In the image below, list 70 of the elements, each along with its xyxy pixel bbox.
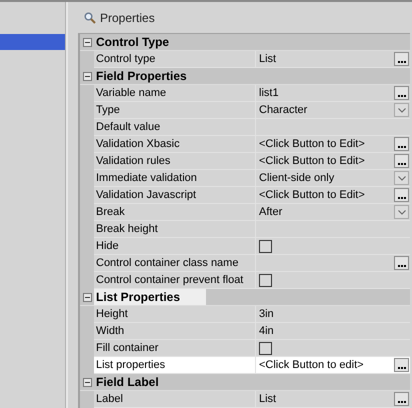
property-row[interactable]: Validation rules <Click Button to Edit> (94, 153, 410, 170)
property-value: List (259, 52, 276, 67)
collapse-toggle[interactable] (82, 292, 92, 302)
panel-title: Properties (100, 10, 155, 26)
category-header[interactable]: Field Label (94, 374, 159, 390)
checkbox[interactable] (259, 274, 272, 286)
property-name: Control container class name (96, 257, 238, 269)
property-row[interactable]: Variable name list1 (94, 85, 410, 102)
search-icon (84, 12, 96, 24)
property-value: <Click Button to edit> (259, 358, 364, 373)
ellipsis-button[interactable] (394, 52, 409, 66)
property-name: Break (96, 206, 125, 218)
property-value: list1 (259, 86, 279, 101)
property-row[interactable]: Fill container (94, 340, 410, 357)
property-name: Immediate validation (96, 172, 197, 184)
ellipsis-button[interactable] (394, 154, 409, 168)
property-value: <Click Button to Edit> (259, 188, 365, 203)
chevron-down-icon (398, 176, 406, 180)
property-row[interactable]: Type Character (94, 102, 410, 119)
property-name: Break height (96, 223, 158, 235)
property-row[interactable]: Validation Xbasic <Click Button to Edit> (94, 136, 410, 153)
collapse-toggle[interactable] (82, 378, 92, 386)
property-row[interactable]: Control type List (94, 51, 410, 68)
collapse-toggle[interactable] (82, 72, 92, 80)
property-row[interactable]: Width 4in (94, 323, 410, 340)
property-value: <Click Button to Edit> (259, 136, 365, 152)
property-name: Variable name (96, 87, 166, 99)
ellipsis-button[interactable] (394, 188, 409, 202)
property-row[interactable]: Break height (94, 221, 410, 238)
category-header[interactable]: List Properties (94, 289, 206, 305)
property-row[interactable]: Hide (94, 238, 410, 255)
property-name: List properties (96, 359, 166, 371)
property-row[interactable]: Label List (94, 391, 410, 408)
property-value: After (259, 204, 282, 220)
property-value: Character (259, 102, 308, 118)
property-row[interactable]: Immediate validation Client-side only (94, 170, 410, 187)
property-value: <Click Button to Edit> (259, 154, 365, 169)
ellipsis-button[interactable] (394, 392, 409, 406)
chevron-down-icon (398, 210, 406, 214)
checkbox[interactable] (259, 342, 272, 354)
property-name: Validation Javascript (96, 189, 196, 201)
collapse-toggle[interactable] (82, 38, 92, 46)
property-row[interactable]: List properties <Click Button to edit> (94, 357, 410, 374)
property-name: Validation Xbasic (96, 138, 180, 150)
property-name: Hide (96, 240, 119, 252)
property-name: Label (96, 393, 123, 405)
property-name: Control type (96, 53, 156, 65)
property-row[interactable]: Height 3in (94, 306, 410, 323)
chevron-down-icon (398, 108, 406, 112)
property-name: Validation rules (96, 155, 170, 167)
ellipsis-button[interactable] (394, 86, 409, 100)
property-row[interactable]: Control container prevent float (94, 272, 410, 289)
property-value: 3in (259, 306, 274, 322)
property-name: Default value (96, 121, 160, 133)
ellipsis-button[interactable] (394, 137, 409, 151)
property-name: Fill container (96, 342, 158, 354)
ellipsis-button[interactable] (394, 358, 409, 372)
property-value: Client-side only (259, 170, 334, 186)
property-row[interactable]: Default value (94, 119, 410, 136)
property-row[interactable]: Break After (94, 204, 410, 221)
ellipsis-button[interactable] (394, 256, 409, 270)
property-row[interactable]: Control container class name (94, 255, 410, 272)
checkbox[interactable] (259, 240, 272, 252)
property-value: List (259, 392, 276, 407)
property-value: 4in (259, 324, 274, 339)
property-name: Type (96, 104, 120, 116)
property-name: Width (96, 325, 124, 337)
property-name: Height (96, 308, 128, 320)
property-row[interactable]: Validation Javascript <Click Button to Edit> (94, 187, 410, 204)
property-name: Control container prevent float (96, 274, 244, 286)
